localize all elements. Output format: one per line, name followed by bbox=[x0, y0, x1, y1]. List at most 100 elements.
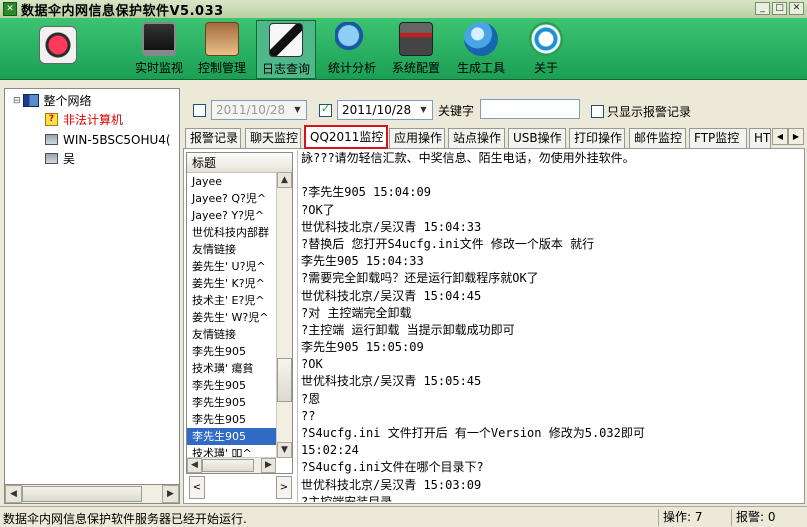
toolbar-record-button[interactable] bbox=[28, 20, 88, 79]
tree-item-illegal-computer[interactable]: ? 非法计算机 bbox=[45, 111, 123, 128]
warning-icon: ? bbox=[45, 113, 58, 126]
chat-line: 世优科技北京/吴汉青 15:05:45 bbox=[301, 374, 482, 389]
list-item[interactable]: 李先生905 bbox=[187, 428, 276, 445]
tab-app-operation[interactable]: 应用操作 bbox=[389, 128, 445, 148]
tab-mail-monitor[interactable]: 邮件监控 bbox=[629, 128, 686, 148]
tab-print-operation[interactable]: 打印操作 bbox=[569, 128, 625, 148]
list-item[interactable]: 友情链接 bbox=[187, 326, 276, 343]
title-bar: ✕ 数据伞内网信息保护软件V5.033 _ □ ✕ bbox=[0, 0, 807, 19]
tab-http[interactable]: HT bbox=[749, 128, 771, 148]
keyword-input[interactable] bbox=[480, 99, 580, 119]
list-item[interactable]: 李先生905 bbox=[187, 411, 276, 428]
list-item[interactable]: 技术主' E?児^ bbox=[187, 292, 276, 309]
chat-line: 世优科技北京/吴汉青 15:03:09 bbox=[301, 477, 482, 492]
chat-line: ?需要完全卸载吗？还是运行卸载程序就OK了 bbox=[301, 271, 539, 286]
chat-line: ?OK bbox=[301, 357, 323, 372]
chat-line: ?S4ucfg.ini 文件打开后 有一个Version 修改为5.032即可 bbox=[301, 426, 645, 440]
toolbar-system-config[interactable]: 系统配置 bbox=[386, 20, 446, 79]
list-item[interactable]: 李先生905 bbox=[187, 394, 276, 411]
scroll-thumb[interactable] bbox=[202, 459, 254, 472]
date-from-checkbox[interactable] bbox=[193, 104, 206, 117]
scroll-left-icon[interactable]: ◀ bbox=[5, 485, 22, 503]
scroll-up-icon[interactable]: ▲ bbox=[277, 172, 292, 188]
chat-line: 詠???请勿轻信汇款、中奖信息、陌生电话，勿使用外挂软件。 bbox=[301, 151, 635, 165]
chat-line bbox=[298, 167, 802, 184]
list-vertical-scrollbar[interactable]: ▲ ▼ bbox=[276, 172, 292, 458]
network-tree[interactable]: ⊟ 整个网络 ? 非法计算机 WIN-5BSC5OHU4( 吴 bbox=[4, 88, 180, 504]
tab-ftp-monitor[interactable]: FTP监控 bbox=[689, 128, 747, 148]
tab-site-operation[interactable]: 站点操作 bbox=[448, 128, 505, 148]
list-horizontal-scrollbar[interactable]: ◀ ▶ bbox=[187, 457, 276, 473]
list-item[interactable]: 友情链接 bbox=[187, 241, 276, 258]
chat-line: ?主控端安装目录 bbox=[301, 494, 393, 502]
toolbar-realtime-monitor[interactable]: 实时监视 bbox=[129, 20, 189, 79]
minimize-button[interactable]: _ bbox=[755, 2, 770, 15]
scroll-right-icon[interactable]: ▶ bbox=[162, 485, 179, 503]
tree-item-computer[interactable]: WIN-5BSC5OHU4( bbox=[45, 131, 171, 148]
globe-icon bbox=[464, 22, 498, 56]
list-item[interactable]: 李先生905 bbox=[187, 377, 276, 394]
keyword-label: 关键字 bbox=[438, 104, 475, 118]
tab-chat-monitor[interactable]: 聊天监控 bbox=[245, 128, 301, 148]
chevron-down-icon[interactable]: ▼ bbox=[290, 102, 305, 118]
tree-item-computer[interactable]: 吴 bbox=[45, 150, 75, 167]
chat-line: ?S4ucfg.ini文件在哪个目录下? bbox=[301, 460, 484, 475]
list-item[interactable]: 姜先生' W?児^ bbox=[187, 309, 276, 326]
next-page-button[interactable]: > bbox=[276, 476, 292, 499]
scroll-thumb[interactable] bbox=[22, 486, 142, 502]
date-from-picker[interactable]: 2011/10/28 ▼ bbox=[211, 100, 307, 120]
monitor-icon bbox=[142, 22, 176, 56]
list-item[interactable]: 姜先生' U?児^ bbox=[187, 258, 276, 275]
maximize-button[interactable]: □ bbox=[772, 2, 787, 15]
date-to-checkbox[interactable] bbox=[319, 102, 332, 117]
list-header[interactable]: 标题 bbox=[187, 153, 292, 173]
tree-root[interactable]: ⊟ 整个网络 bbox=[13, 92, 92, 109]
chat-line: 世优科技北京/吴汉青 15:04:45 bbox=[301, 288, 482, 303]
window-title: 数据伞内网信息保护软件V5.033 bbox=[21, 3, 224, 19]
people-icon bbox=[205, 22, 239, 56]
scroll-right-icon[interactable]: ▶ bbox=[261, 458, 276, 473]
record-icon bbox=[39, 26, 77, 64]
tab-alarm-records[interactable]: 报警记录 bbox=[185, 128, 241, 148]
close-button[interactable]: ✕ bbox=[789, 2, 804, 15]
collapse-icon[interactable]: ⊟ bbox=[13, 96, 21, 106]
operation-count: 操作: 7 bbox=[658, 509, 728, 526]
tab-qq2011-monitor[interactable]: QQ2011监控 bbox=[304, 125, 388, 149]
prev-page-button[interactable]: < bbox=[189, 476, 205, 499]
chat-line: ?替换后 您打开S4ucfg.ini文件 修改一个版本 就行 bbox=[301, 236, 595, 251]
log-icon bbox=[269, 23, 303, 57]
list-item[interactable]: Jayee bbox=[187, 173, 276, 190]
tab-scroll-left-icon[interactable]: ◀ bbox=[772, 128, 788, 145]
chat-line: 李先生905 15:04:33 bbox=[301, 254, 424, 269]
scroll-left-icon[interactable]: ◀ bbox=[187, 458, 202, 473]
list-item[interactable]: Jayee? Q?児^ bbox=[187, 190, 276, 207]
list-item[interactable]: 李先生905 bbox=[187, 343, 276, 360]
list-item[interactable]: 姜先生' K?児^ bbox=[187, 275, 276, 292]
chat-line: ?OK了 bbox=[301, 202, 335, 217]
list-item[interactable]: 世优科技内部群 bbox=[187, 224, 276, 241]
date-to-picker[interactable]: 2011/10/28 ▼ bbox=[337, 100, 433, 120]
list-item[interactable]: Jayee? Y?児^ bbox=[187, 207, 276, 224]
chat-line: ?? bbox=[301, 408, 316, 423]
toolbar-log-query[interactable]: 日志查询 bbox=[256, 20, 316, 79]
tree-horizontal-scrollbar[interactable]: ◀ ▶ bbox=[4, 484, 180, 504]
chat-line: ?对 主控端完全卸载 bbox=[301, 305, 412, 320]
filter-bar: 2011/10/28 ▼ 2011/10/28 ▼ 关键字 只显示报警记录 bbox=[183, 92, 805, 124]
scroll-down-icon[interactable]: ▼ bbox=[277, 442, 292, 458]
scroll-thumb[interactable] bbox=[277, 358, 292, 402]
toolbar-about[interactable]: 关于 bbox=[516, 20, 576, 79]
chevron-down-icon[interactable]: ▼ bbox=[416, 102, 431, 118]
toolbar-statistics[interactable]: 统计分析 bbox=[322, 20, 382, 79]
list-item[interactable]: 技术璜' 瘍貧 bbox=[187, 360, 276, 377]
log-tabs: 报警记录 聊天监控 QQ2011监控 应用操作 站点操作 USB操作 打印操作 … bbox=[183, 125, 805, 149]
alarm-only-checkbox[interactable] bbox=[591, 105, 604, 118]
tab-scroll-right-icon[interactable]: ▶ bbox=[788, 128, 804, 145]
chat-line: 15:02:24 bbox=[301, 443, 359, 458]
chat-content[interactable]: 詠???请勿轻信汇款、中奖信息、陌生电话，勿使用外挂软件。 ?李先生905 15:… bbox=[297, 150, 802, 502]
app-icon: ✕ bbox=[3, 2, 17, 16]
chat-line: ?恩 bbox=[301, 391, 321, 406]
computer-icon bbox=[45, 134, 58, 145]
tab-usb-operation[interactable]: USB操作 bbox=[508, 128, 566, 148]
toolbar-control-management[interactable]: 控制管理 bbox=[192, 20, 252, 79]
toolbar-generate-tool[interactable]: 生成工具 bbox=[451, 20, 511, 79]
